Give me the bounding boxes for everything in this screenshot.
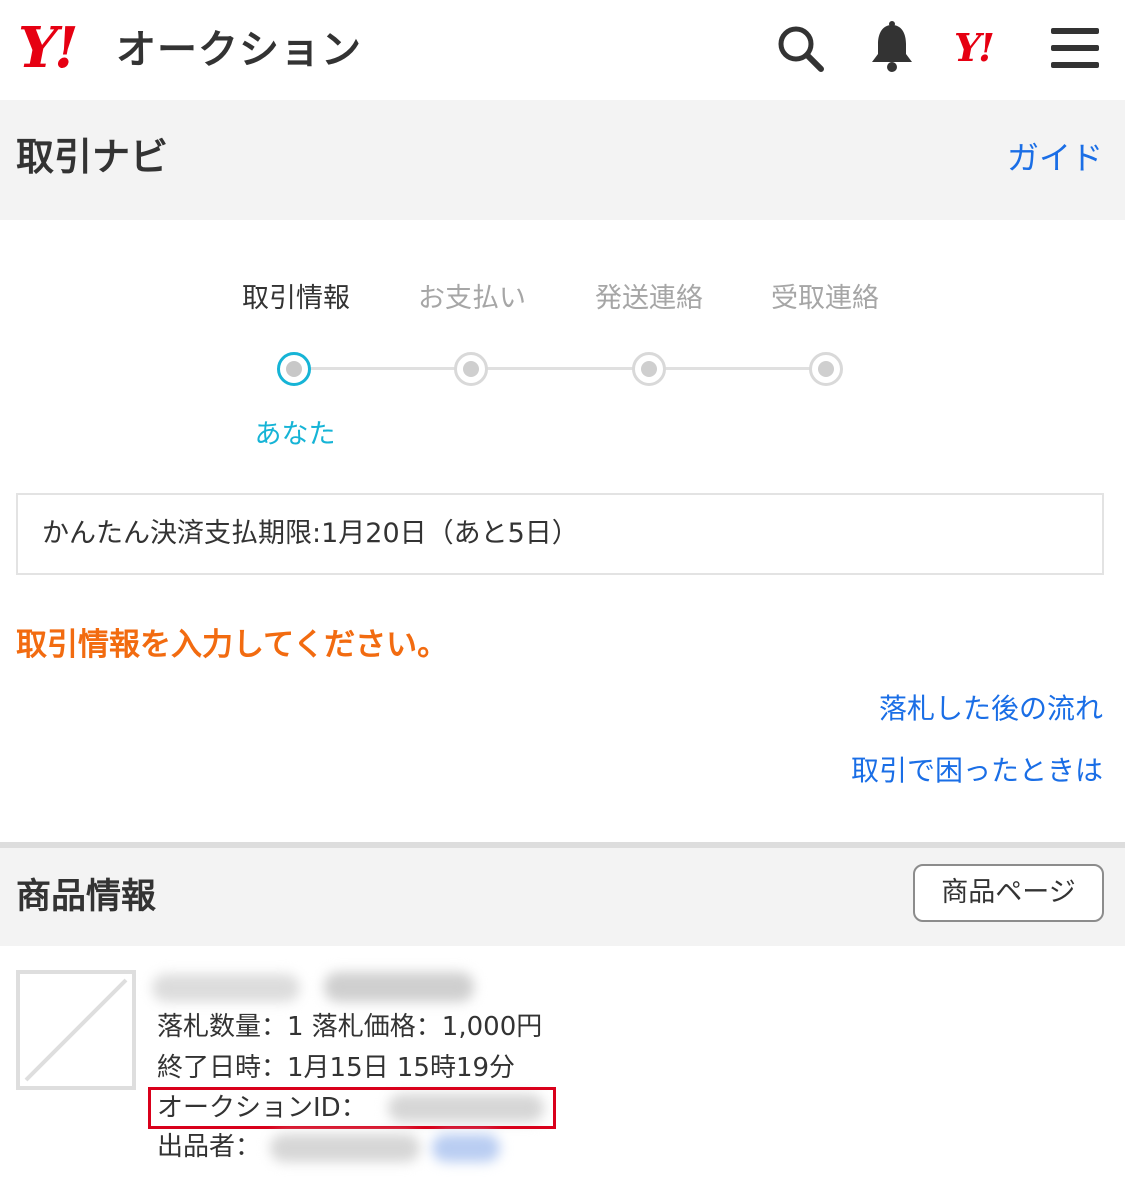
step-label-transaction-info: 取引情報 — [242, 283, 350, 314]
step-dot-payment — [454, 352, 488, 386]
product-page-button[interactable]: 商品ページ — [913, 864, 1104, 922]
step-connector-line — [294, 367, 826, 370]
step-dot-receipt — [809, 352, 843, 386]
payment-deadline-notice: かんたん決済支払期限:1月20日（あと5日） — [16, 493, 1104, 575]
seller-name-redacted — [270, 1134, 420, 1162]
step-dot-transaction-info — [277, 352, 311, 386]
bell-icon[interactable] — [864, 20, 920, 76]
payment-deadline-text: かんたん決済支払期限:1月20日（あと5日） — [42, 518, 579, 549]
app-header: Y! オークション Y! — [0, 0, 1125, 100]
product-thumbnail[interactable] — [16, 970, 136, 1090]
step-label-receipt: 受取連絡 — [771, 283, 879, 314]
product-info-title: 商品情報 — [16, 877, 157, 917]
end-time-text: 終了日時：1月15日 15時19分 — [157, 1053, 516, 1083]
auction-logo-text[interactable]: オークション — [116, 26, 362, 74]
trouble-help-link[interactable]: 取引で困ったときは — [851, 750, 1103, 792]
seller-label: 出品者： — [157, 1132, 262, 1162]
search-icon[interactable] — [772, 20, 828, 76]
auction-id-highlight-box — [148, 1087, 556, 1129]
step-dot-shipping — [632, 352, 666, 386]
menu-icon[interactable] — [1048, 20, 1104, 76]
instruction-text: 取引情報を入力してください。 — [16, 627, 449, 663]
step-label-payment: お支払い — [418, 283, 526, 314]
step-label-shipping: 発送連絡 — [595, 283, 703, 314]
guide-link[interactable]: ガイド — [1007, 136, 1103, 180]
current-actor-label: あなた — [254, 419, 336, 450]
yahoo-logo-mark[interactable]: Y! — [18, 18, 79, 78]
quantity-price-text: 落札数量：1 落札価格：1,000円 — [157, 1012, 543, 1042]
page-title: 取引ナビ — [16, 135, 169, 179]
after-winning-flow-link[interactable]: 落札した後の流れ — [879, 688, 1103, 730]
yahoo-icon[interactable]: Y! — [954, 26, 995, 70]
seller-rating-redacted[interactable] — [432, 1134, 500, 1162]
title-bar — [0, 100, 1125, 220]
